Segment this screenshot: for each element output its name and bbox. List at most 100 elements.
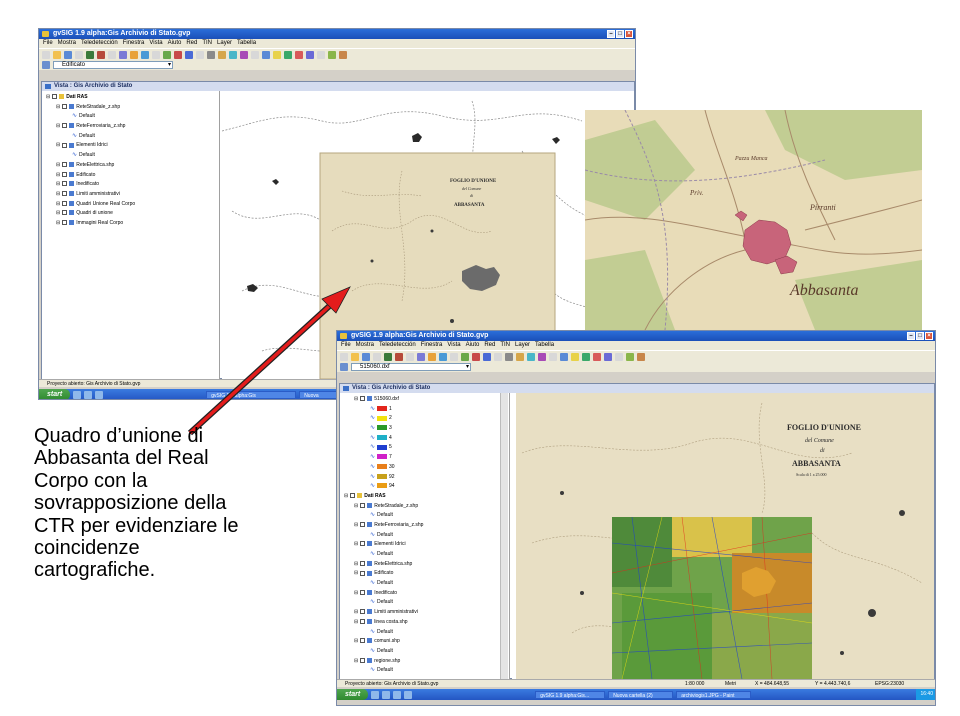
taskbar-item-folder[interactable]: Nuova cartella (2) xyxy=(608,690,674,699)
toolbar-tool-icon[interactable] xyxy=(384,352,392,361)
toc-item[interactable]: ⊟ Dati RAS xyxy=(340,492,509,502)
visibility-checkbox[interactable] xyxy=(360,570,366,576)
toc-item[interactable]: ⊟ ReteFerroviaria_z.shp xyxy=(340,521,509,531)
toolbar-tool-icon[interactable] xyxy=(119,50,127,59)
toc-item[interactable]: ∿ 4 xyxy=(340,434,509,444)
start-button[interactable]: start xyxy=(39,389,71,399)
visibility-checkbox[interactable] xyxy=(62,103,68,109)
toc-item[interactable]: ⊟ ReteElettrica.shp xyxy=(340,560,509,570)
menu-tin[interactable]: TIN xyxy=(202,39,212,48)
toolbar-tool-icon[interactable] xyxy=(64,50,72,59)
visibility-checkbox[interactable] xyxy=(360,657,366,663)
toc-item[interactable]: ⊟ Inedificato xyxy=(42,180,219,190)
menu-tabella[interactable]: Tabella xyxy=(237,39,256,48)
toolbar-tool-icon[interactable] xyxy=(207,50,215,59)
toolbar-tool-icon[interactable] xyxy=(97,50,105,59)
menu-mostra[interactable]: Mostra xyxy=(356,341,374,350)
expand-toggle-icon[interactable]: ⊟ xyxy=(354,396,358,402)
active-layer-select[interactable]: 515060.dxf xyxy=(351,363,471,371)
toolbar-tool-icon[interactable] xyxy=(351,352,359,361)
map-canvas[interactable]: FOGLIO D'UNIONE del Comune di ABBASANTA … xyxy=(512,393,934,679)
visibility-checkbox[interactable] xyxy=(62,210,68,216)
toolbar-tool-icon[interactable] xyxy=(615,352,623,361)
expand-toggle-icon[interactable]: ⊟ xyxy=(354,638,358,644)
toolbar-tool-icon[interactable] xyxy=(538,352,546,361)
minimize-button[interactable]: – xyxy=(607,30,615,38)
toolbar-tool-icon[interactable] xyxy=(185,50,193,59)
toolbar-tool-icon[interactable] xyxy=(637,352,645,361)
minimize-button[interactable]: – xyxy=(907,332,915,340)
toc-item[interactable]: ∿ 3 xyxy=(340,424,509,434)
toc-item[interactable]: ∿ Default xyxy=(42,132,219,142)
toc-item[interactable]: ∿ 7 xyxy=(340,453,509,463)
quicklaunch-icon[interactable] xyxy=(73,390,82,399)
toc-item[interactable]: ∿ Default xyxy=(340,511,509,521)
visibility-checkbox[interactable] xyxy=(350,493,356,499)
visibility-checkbox[interactable] xyxy=(62,142,68,148)
toolbar-tool-icon[interactable] xyxy=(53,50,61,59)
toolbar-tool-icon[interactable] xyxy=(505,352,513,361)
toolbar-tool-icon[interactable] xyxy=(196,50,204,59)
menu-aiuto[interactable]: Aiuto xyxy=(168,39,182,48)
toolbar-tool-icon[interactable] xyxy=(42,50,50,59)
view-title-bar[interactable]: Vista : Gis Archivio di Stato xyxy=(42,82,634,91)
visibility-checkbox[interactable] xyxy=(360,609,366,615)
expand-toggle-icon[interactable]: ⊟ xyxy=(56,201,60,207)
menu-teledeteccion[interactable]: Teledetección xyxy=(379,341,416,350)
toc-item[interactable]: ∿ Default xyxy=(340,666,509,676)
toc-item[interactable]: ⊟ regione.shp xyxy=(340,657,509,667)
toc-item[interactable]: ∿ Default xyxy=(340,628,509,638)
window-titlebar[interactable]: gvSIG 1.9 alpha:Gis Archivio di Stato.gv… xyxy=(39,29,635,39)
toc-item[interactable]: ⊟ 515060.dxf xyxy=(340,395,509,405)
expand-toggle-icon[interactable]: ⊟ xyxy=(354,541,358,547)
view-title-bar[interactable]: Vista : Gis Archivio di Stato xyxy=(340,384,934,393)
taskbar-item-nuova[interactable]: Nuova xyxy=(299,390,340,399)
toolbar-tool-icon[interactable] xyxy=(163,50,171,59)
visibility-checkbox[interactable] xyxy=(62,123,68,129)
toc-item[interactable]: ⊟ linea costa.shp xyxy=(340,618,509,628)
toolbar-tool-icon[interactable] xyxy=(174,50,182,59)
expand-toggle-icon[interactable]: ⊟ xyxy=(354,619,358,625)
taskbar-item-paint[interactable]: archiviogis1.JPG - Paint xyxy=(676,690,752,699)
toc-item[interactable]: ∿ 2 xyxy=(340,414,509,424)
expand-toggle-icon[interactable]: ⊟ xyxy=(56,123,60,129)
expand-toggle-icon[interactable]: ⊟ xyxy=(354,503,358,509)
toolbar-tool-icon[interactable] xyxy=(560,352,568,361)
menu-teledeteccion[interactable]: Teledetección xyxy=(81,39,118,48)
expand-toggle-icon[interactable]: ⊟ xyxy=(354,590,358,596)
toolbar-tool-icon[interactable] xyxy=(284,50,292,59)
toc-item[interactable]: ⊟ Edificato xyxy=(340,569,509,579)
visibility-checkbox[interactable] xyxy=(360,638,366,644)
toolbar-tool-icon[interactable] xyxy=(406,352,414,361)
menu-vista[interactable]: Vista xyxy=(447,341,460,350)
toolbar-tool-icon[interactable] xyxy=(428,352,436,361)
toolbar-tool-icon[interactable] xyxy=(516,352,524,361)
toolbar-tool-icon[interactable] xyxy=(582,352,590,361)
toolbar-tool-icon[interactable] xyxy=(328,50,336,59)
visibility-checkbox[interactable] xyxy=(62,191,68,197)
toolbar-tool-icon[interactable] xyxy=(262,50,270,59)
quicklaunch-icon[interactable] xyxy=(404,690,413,699)
toolbar-tool-icon[interactable] xyxy=(108,50,116,59)
expand-toggle-icon[interactable]: ⊟ xyxy=(56,142,60,148)
toolbar-tool-icon[interactable] xyxy=(626,352,634,361)
toc-item[interactable]: ⊟ Elementi Idrici xyxy=(340,540,509,550)
toc-item[interactable]: ∿ 1 xyxy=(340,405,509,415)
toc-item[interactable]: ⊟ ReteStradale_z.shp xyxy=(340,502,509,512)
close-button[interactable]: × xyxy=(925,332,933,340)
active-layer-select[interactable]: Edificato xyxy=(53,61,173,69)
toolbar-tool-icon[interactable] xyxy=(373,352,381,361)
toc-item[interactable]: ⊟ Quadri Unione Real Corpo xyxy=(42,200,219,210)
close-button[interactable]: × xyxy=(625,30,633,38)
expand-toggle-icon[interactable]: ⊟ xyxy=(56,181,60,187)
visibility-checkbox[interactable] xyxy=(62,161,68,167)
toolbar-tool-icon[interactable] xyxy=(472,352,480,361)
toolbar-tool-icon[interactable] xyxy=(461,352,469,361)
toc-scrollbar[interactable] xyxy=(500,393,508,679)
toolbar-tool-icon[interactable] xyxy=(317,50,325,59)
toolbar-tool-icon[interactable] xyxy=(362,352,370,361)
toc-item[interactable]: ⊟ Limiti amministrativi xyxy=(42,190,219,200)
expand-toggle-icon[interactable]: ⊟ xyxy=(354,561,358,567)
toolbar-tool-icon[interactable] xyxy=(75,50,83,59)
toc-item[interactable]: ∿ Default xyxy=(340,550,509,560)
